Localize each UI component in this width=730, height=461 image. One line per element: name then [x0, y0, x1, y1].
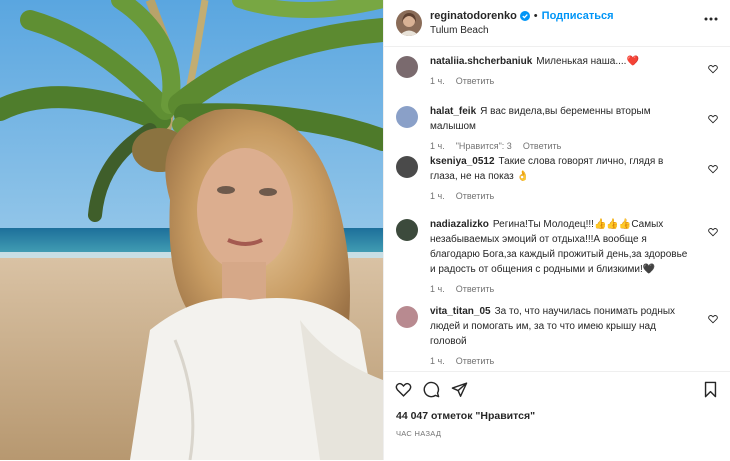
reply-button[interactable]: Ответить [456, 284, 494, 294]
likes-count[interactable]: 44 047 отметок "Нравится" [396, 410, 535, 422]
comment-like-icon[interactable] [708, 164, 718, 174]
comment-item: kseniya_0512 Такие слова говорят лично, г… [396, 154, 718, 201]
comment-time: 1 ч. [430, 356, 445, 366]
reply-button[interactable]: Ответить [456, 76, 494, 86]
comment-text: Миленькая наша....❤️ [536, 56, 639, 67]
comment-item: halat_feik Я вас видела,вы беременны втор… [396, 104, 718, 151]
comment-time: 1 ч. [430, 284, 445, 294]
comment-username[interactable]: vita_titan_05 [430, 306, 491, 317]
comment-item: nataliia.shcherbaniuk Миленькая наша....❤… [396, 54, 718, 86]
comment-item: nadiazalizko Регина!Ты Молодец!!!👍👍👍Самых… [396, 217, 718, 294]
comment-time: 1 ч. [430, 76, 445, 86]
comment-likes-count[interactable]: "Нравится": 3 [456, 141, 512, 151]
commenter-avatar[interactable] [396, 156, 418, 178]
comment-time: 1 ч. [430, 191, 445, 201]
commenter-avatar[interactable] [396, 219, 418, 241]
comment-username[interactable]: halat_feik [430, 106, 476, 117]
comment-like-icon[interactable] [708, 227, 718, 237]
comment-time: 1 ч. [430, 141, 445, 151]
location-link[interactable]: Tulum Beach [430, 25, 614, 36]
comment-username[interactable]: nadiazalizko [430, 219, 489, 230]
comment-icon[interactable] [423, 381, 440, 398]
username-link[interactable]: reginatodorenko [430, 10, 517, 22]
commenter-avatar[interactable] [396, 306, 418, 328]
reply-button[interactable]: Ответить [523, 141, 561, 151]
post-header: reginatodorenko • Подписаться Tulum Beac… [384, 0, 730, 47]
commenter-avatar[interactable] [396, 56, 418, 78]
reply-button[interactable]: Ответить [456, 191, 494, 201]
post-time: ЧАС НАЗАД [396, 429, 442, 438]
post-photo[interactable] [0, 0, 383, 460]
reply-button[interactable]: Ответить [456, 356, 494, 366]
comment-like-icon[interactable] [708, 64, 718, 74]
comment-like-icon[interactable] [708, 314, 718, 324]
heart-icon[interactable] [395, 381, 412, 398]
comments-list[interactable]: nataliia.shcherbaniuk Миленькая наша....❤… [384, 46, 730, 371]
profile-avatar[interactable] [396, 10, 422, 36]
separator-dot: • [533, 10, 538, 22]
instagram-post: reginatodorenko • Подписаться Tulum Beac… [0, 0, 730, 460]
post-actions: 44 047 отметок "Нравится" ЧАС НАЗАД [384, 371, 730, 461]
post-side-panel: reginatodorenko • Подписаться Tulum Beac… [383, 0, 730, 460]
verified-badge-icon [519, 11, 530, 21]
follow-button[interactable]: Подписаться [542, 10, 614, 22]
comment-username[interactable]: nataliia.shcherbaniuk [430, 56, 532, 67]
more-options-icon[interactable] [704, 17, 718, 21]
comment-like-icon[interactable] [708, 114, 718, 124]
share-icon[interactable] [451, 381, 468, 398]
commenter-avatar[interactable] [396, 106, 418, 128]
comment-username[interactable]: kseniya_0512 [430, 156, 495, 167]
comment-item: vita_titan_05 За то, что научилась понима… [396, 304, 718, 366]
bookmark-icon[interactable] [702, 381, 719, 398]
